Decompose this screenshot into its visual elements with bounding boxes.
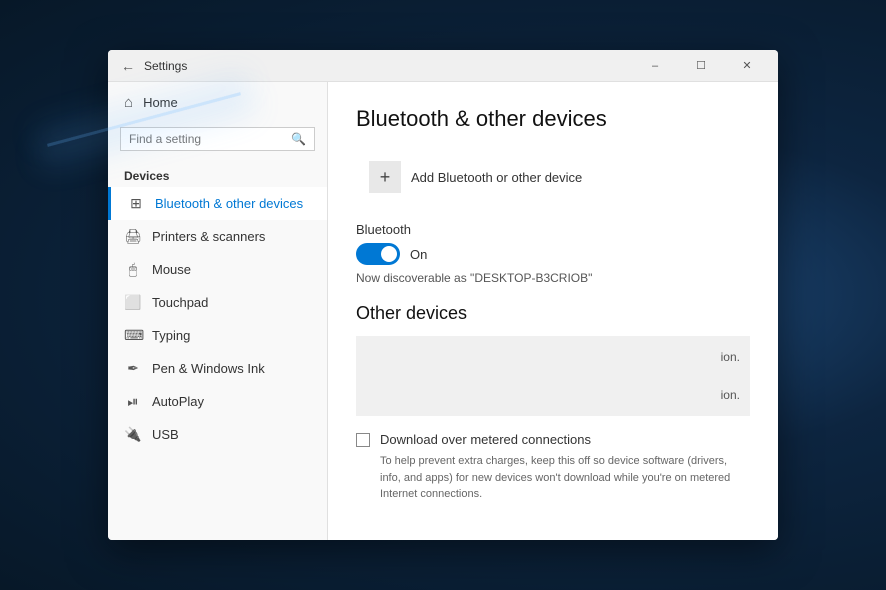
- bluetooth-section-label: Bluetooth: [356, 222, 750, 237]
- sidebar-mouse-label: Mouse: [152, 262, 191, 277]
- download-row: Download over metered connections: [356, 432, 750, 447]
- download-description: To help prevent extra charges, keep this…: [356, 453, 750, 503]
- content-area: Bluetooth & other devices + Add Bluetoot…: [328, 82, 778, 540]
- discoverable-text: Now discoverable as "DESKTOP-B3CRIOB": [356, 271, 750, 285]
- back-icon: ←: [121, 58, 135, 74]
- typing-icon: ⌨: [124, 327, 142, 344]
- other-devices-text1: ion.: [721, 350, 740, 364]
- search-box: 🔍: [120, 127, 315, 151]
- other-devices-title: Other devices: [356, 303, 750, 324]
- bluetooth-toggle-label: On: [410, 247, 427, 262]
- sidebar-pen-label: Pen & Windows Ink: [152, 361, 265, 376]
- sidebar-item-autoplay[interactable]: ⏯ AutoPlay: [108, 385, 327, 418]
- devices-section-label: Devices: [108, 159, 327, 187]
- sidebar-printers-label: Printers & scanners: [152, 229, 265, 244]
- sidebar-touchpad-label: Touchpad: [152, 295, 208, 310]
- other-devices-text2: ion.: [721, 388, 740, 402]
- add-device-button[interactable]: + Add Bluetooth or other device: [356, 152, 750, 202]
- maximize-button[interactable]: ☐: [678, 50, 724, 82]
- close-button[interactable]: ✕: [724, 50, 770, 82]
- sidebar-item-typing[interactable]: ⌨ Typing: [108, 319, 327, 352]
- sidebar-item-usb[interactable]: 🔌 USB: [108, 418, 327, 451]
- sidebar: ⌂ Home 🔍 Devices ⊞ Bluetooth & other dev…: [108, 82, 328, 540]
- search-input[interactable]: [129, 132, 285, 146]
- window-title: Settings: [144, 59, 632, 73]
- search-icon: 🔍: [291, 132, 306, 146]
- download-label: Download over metered connections: [380, 432, 591, 447]
- back-button[interactable]: ←: [116, 54, 140, 78]
- window-controls: – ☐ ✕: [632, 50, 770, 82]
- download-checkbox[interactable]: [356, 433, 370, 447]
- pen-icon: ✒: [124, 360, 142, 377]
- sidebar-home-label: Home: [143, 95, 178, 110]
- sidebar-item-mouse[interactable]: 🖱 Mouse: [108, 253, 327, 286]
- bluetooth-icon: ⊞: [127, 195, 145, 212]
- title-bar: ← Settings – ☐ ✕: [108, 50, 778, 82]
- other-devices-card: ion. ion.: [356, 336, 750, 416]
- touchpad-icon: ⬜: [124, 294, 142, 311]
- bluetooth-toggle[interactable]: [356, 243, 400, 265]
- toggle-thumb: [381, 246, 397, 262]
- sidebar-item-printers[interactable]: 🖨 Printers & scanners: [108, 220, 327, 253]
- sidebar-item-bluetooth[interactable]: ⊞ Bluetooth & other devices: [108, 187, 327, 220]
- minimize-button[interactable]: –: [632, 50, 678, 82]
- add-icon: +: [369, 161, 401, 193]
- usb-icon: 🔌: [124, 426, 142, 443]
- sidebar-bluetooth-label: Bluetooth & other devices: [155, 196, 303, 211]
- sidebar-usb-label: USB: [152, 427, 179, 442]
- mouse-icon: 🖱: [124, 261, 142, 278]
- autoplay-icon: ⏯: [124, 393, 142, 410]
- main-area: ⌂ Home 🔍 Devices ⊞ Bluetooth & other dev…: [108, 82, 778, 540]
- bluetooth-toggle-row: On: [356, 243, 750, 265]
- home-icon: ⌂: [124, 94, 133, 111]
- settings-window: ← Settings – ☐ ✕ ⌂ Home 🔍 Devices ⊞ Blue…: [108, 50, 778, 540]
- sidebar-item-pen[interactable]: ✒ Pen & Windows Ink: [108, 352, 327, 385]
- sidebar-typing-label: Typing: [152, 328, 190, 343]
- page-title: Bluetooth & other devices: [356, 106, 750, 132]
- sidebar-item-home[interactable]: ⌂ Home: [108, 86, 327, 119]
- sidebar-item-touchpad[interactable]: ⬜ Touchpad: [108, 286, 327, 319]
- sidebar-autoplay-label: AutoPlay: [152, 394, 204, 409]
- printers-icon: 🖨: [124, 228, 142, 245]
- add-device-label: Add Bluetooth or other device: [411, 170, 582, 185]
